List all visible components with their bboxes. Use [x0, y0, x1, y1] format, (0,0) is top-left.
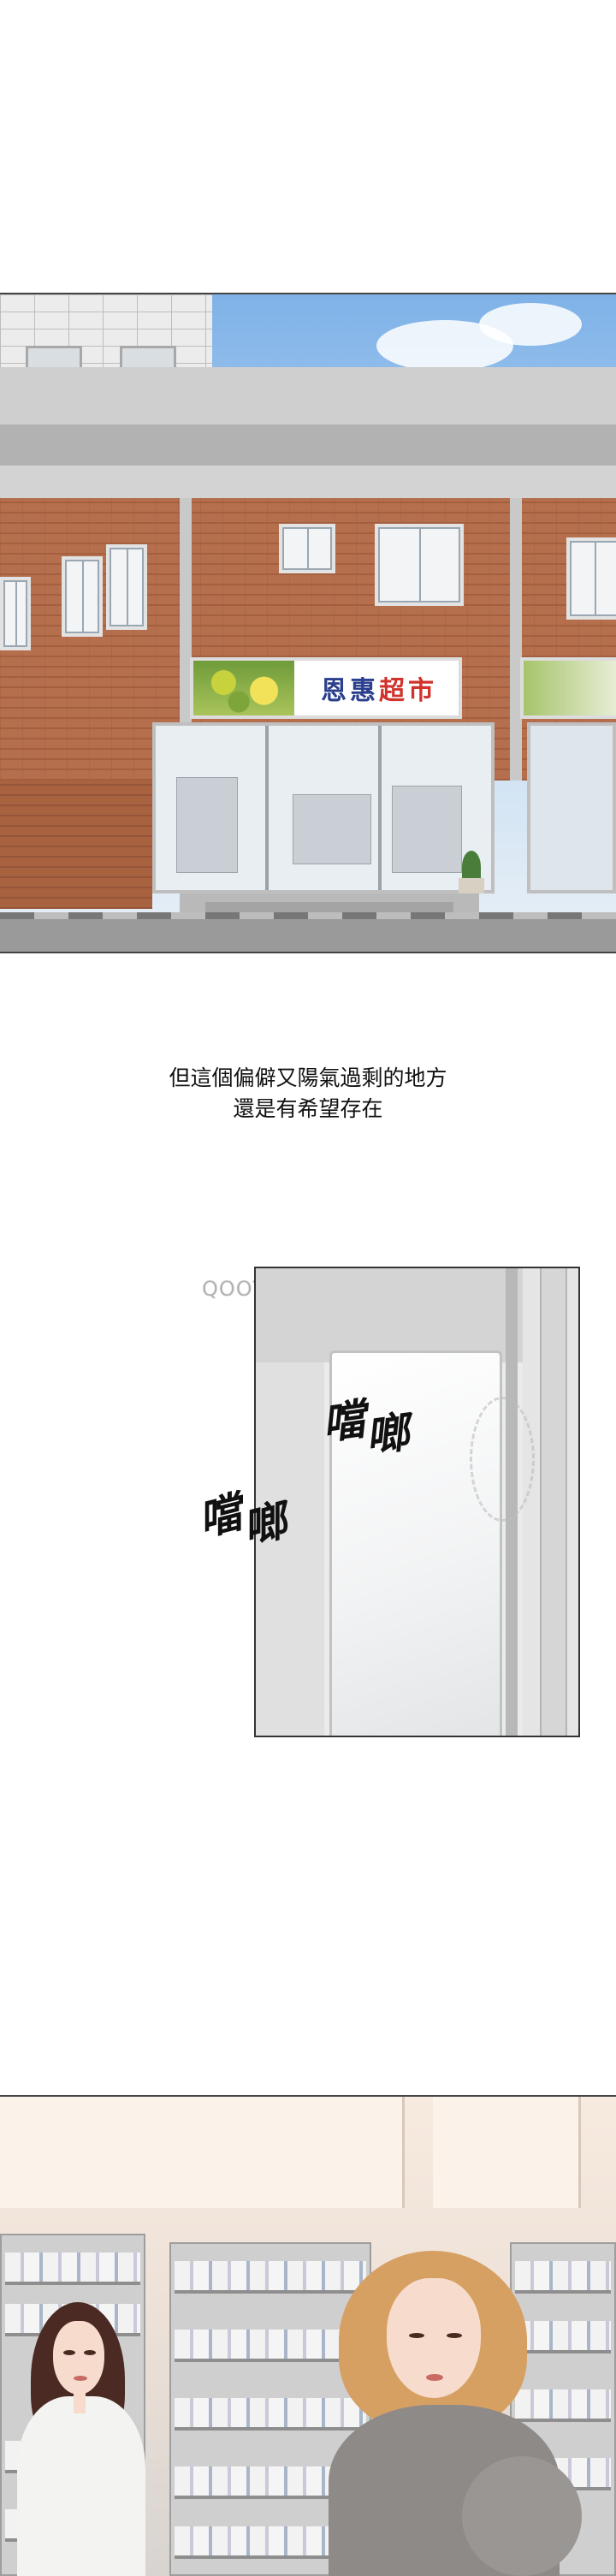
- woman-right-sweater-fold: [462, 2456, 582, 2576]
- store-sign: 恩惠 超市: [190, 657, 462, 719]
- eye: [84, 2350, 96, 2355]
- store-window: [152, 722, 495, 893]
- door-panel: [254, 1267, 580, 1737]
- ceiling-window: [0, 2097, 405, 2208]
- narration-caption: 但這個偏僻又陽氣過剩的地方 還是有希望存在: [0, 1063, 616, 1125]
- bell-sound-effect: 噹啷: [192, 1487, 290, 1554]
- woman-right-face: [387, 2278, 481, 2398]
- woman-left-face: [53, 2321, 104, 2395]
- cloud: [479, 303, 582, 346]
- hair-outline: [470, 1397, 535, 1522]
- shelf-row: [175, 2398, 366, 2431]
- woman-left-top: [17, 2396, 145, 2576]
- adjacent-store-window: [527, 722, 616, 893]
- shelf-row: [515, 2389, 611, 2422]
- adjacent-sign: [520, 657, 616, 719]
- window: [62, 556, 103, 637]
- store-sign-text: 恩惠 超市: [303, 661, 455, 715]
- eye: [409, 2333, 424, 2338]
- shelf-row: [515, 2321, 611, 2353]
- sfx-glyph: 噹: [318, 1393, 367, 1450]
- store-sign-type: 超市: [379, 676, 437, 706]
- eye: [447, 2333, 462, 2338]
- plant-pot: [459, 878, 484, 893]
- lips: [74, 2376, 87, 2381]
- shelf: [392, 786, 462, 873]
- storefront-panel: 恩惠 超市: [0, 293, 616, 953]
- window: [566, 537, 616, 620]
- pillar: [510, 498, 522, 781]
- interior-panel: [0, 2095, 616, 2576]
- window: [0, 577, 31, 650]
- ceiling-window: [433, 2097, 581, 2208]
- neck: [74, 2388, 86, 2413]
- narration-line-1: 但這個偏僻又陽氣過剩的地方: [169, 1065, 447, 1090]
- eye: [63, 2350, 75, 2355]
- shelf: [176, 777, 238, 873]
- trim-band: [0, 466, 616, 498]
- narration-line-2: 還是有希望存在: [233, 1096, 383, 1121]
- lips: [426, 2374, 443, 2381]
- wall: [523, 1268, 578, 1736]
- store-sign-name: 恩惠: [321, 676, 379, 706]
- sidewalk: [0, 912, 616, 952]
- window: [106, 544, 147, 630]
- bell-sound-effect: 噹啷: [318, 1393, 410, 1462]
- window: [279, 524, 335, 573]
- fruit-photo: [193, 661, 294, 715]
- shelf-row: [175, 2330, 366, 2362]
- roof-band: [0, 367, 616, 466]
- window: [375, 524, 464, 606]
- shelf-row: [175, 2261, 366, 2294]
- sfx-glyph: 啷: [362, 1406, 411, 1463]
- shelf-row: [515, 2261, 611, 2294]
- lower-brick-wall: [0, 781, 152, 909]
- shelf-row: [5, 2253, 140, 2285]
- sfx-glyph: 噹: [192, 1487, 246, 1546]
- shelf: [293, 794, 371, 864]
- entrance-steps: [180, 893, 479, 912]
